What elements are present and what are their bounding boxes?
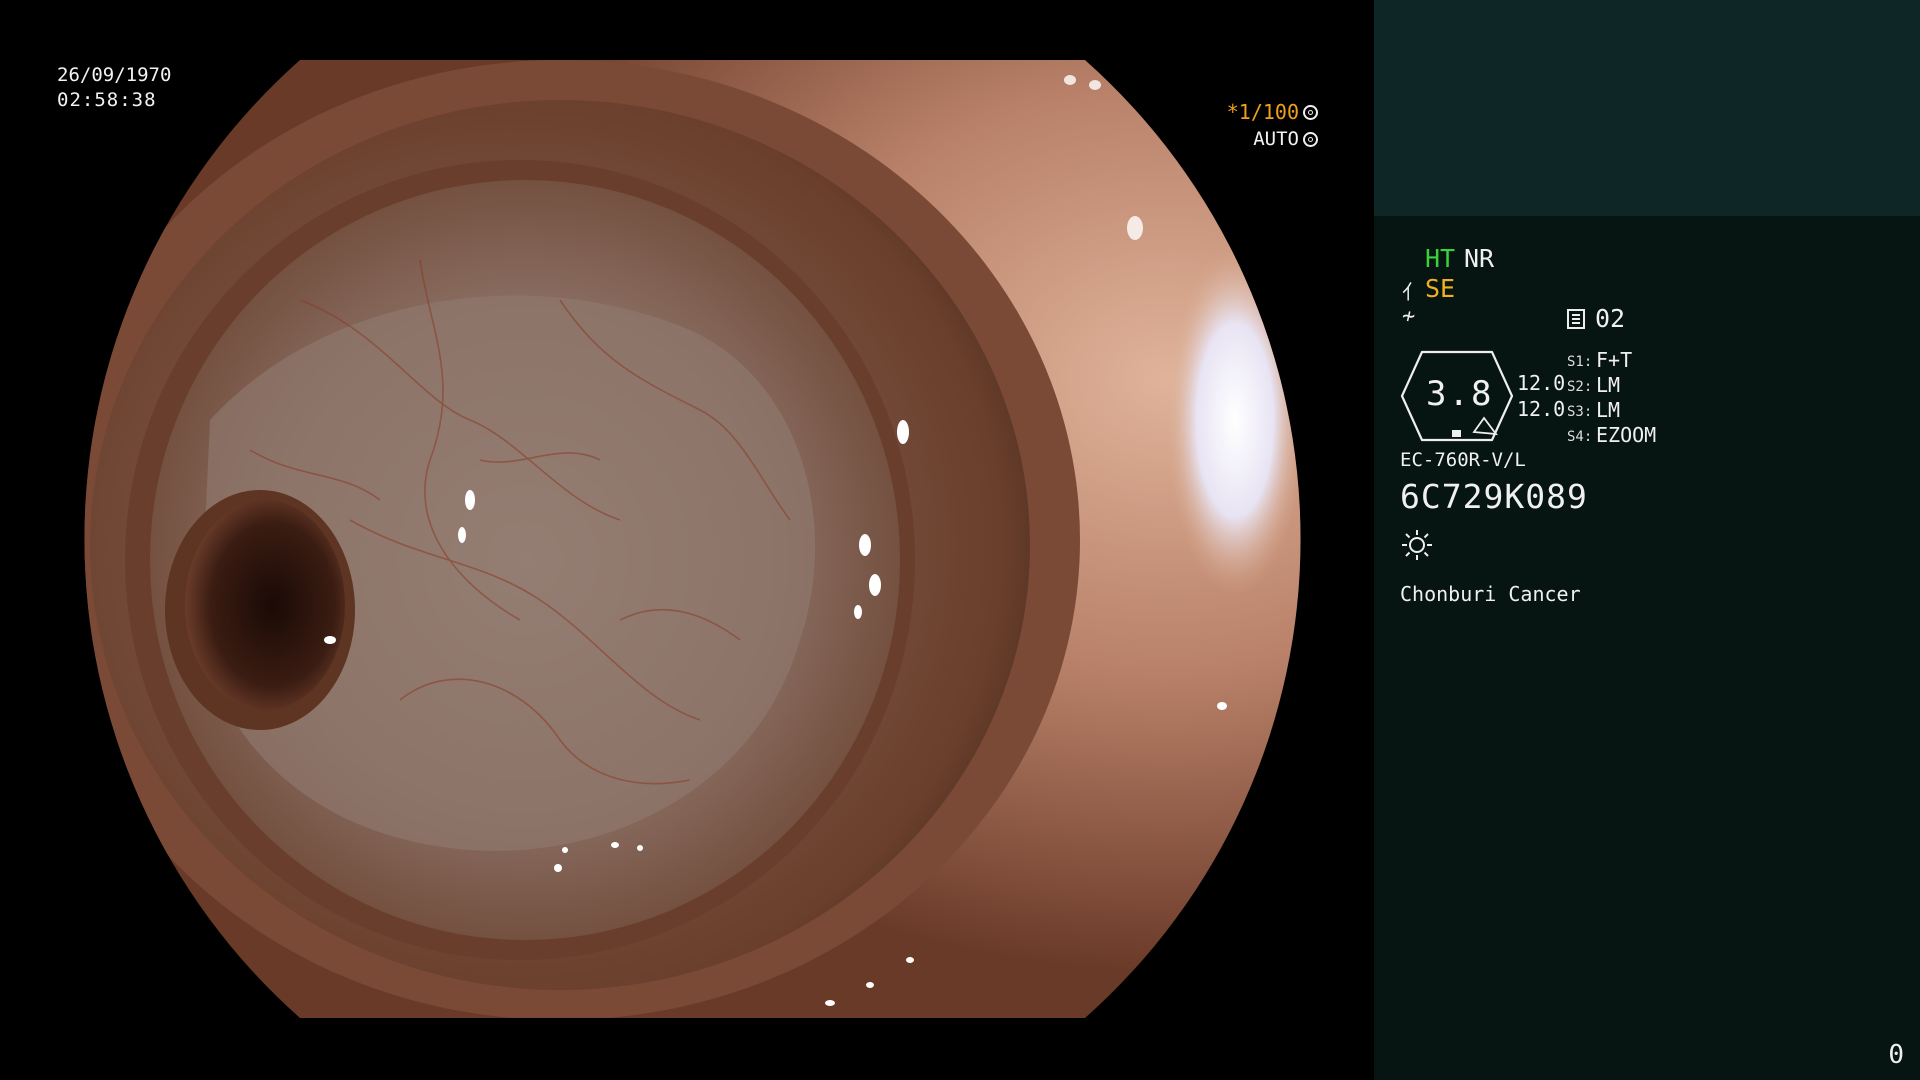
nr-indicator: NR [1464,244,1495,273]
switch-4-value: EZOOM [1596,423,1657,447]
se-indicator: SE [1425,274,1456,303]
panel-header-area [1374,0,1920,216]
scope-model: EC-760R-V/L [1400,449,1526,471]
shutter-speed-readout: *1/100 [1227,100,1318,124]
light-source-icon [1402,530,1432,560]
exam-date: 26/09/1970 [57,64,172,86]
switch-2-value: LM [1596,373,1621,397]
ht-indicator: HT [1425,244,1456,273]
structure-enhance-icon: ⺅ [1402,280,1422,304]
iris-mode-readout: AUTO [1253,128,1318,150]
endoscopy-monitor: 26/09/1970 02:58:38 *1/100 AUTO HT NR ⺅ … [0,0,1920,1080]
scope-serial-number: 6C729K089 [1400,477,1588,516]
endoscope-view: 26/09/1970 02:58:38 *1/100 AUTO [0,0,1374,1080]
memory-card-icon [1567,309,1585,329]
switch-1-value: F+T [1596,348,1633,372]
shutter-aperture-icon [1303,104,1318,120]
aux-value-1: 12.0 [1517,371,1566,395]
switch-1-label: S1: [1567,354,1593,370]
switch-2-label: S2: [1567,379,1593,395]
colon-lumen-image [84,60,1301,1018]
iris-mode-value: AUTO [1253,128,1299,150]
memory-count: 02 [1595,304,1626,333]
switch-3-value: LM [1596,398,1621,422]
shutter-speed-value: *1/100 [1226,100,1299,124]
processor-status-panel: HT NR ⺅ SE ≁ 02 3.8 12.0 12.0 S1: F+T S2… [1374,0,1920,1080]
switch-4-label: S4: [1567,429,1593,445]
aux-value-2: 12.0 [1517,397,1566,421]
switch-3-label: S3: [1567,404,1593,420]
institution-name: Chonburi Cancer [1400,582,1581,606]
exam-time: 02:58:38 [57,89,157,111]
frame-counter: 0 [1888,1040,1904,1070]
iris-ring-icon [1303,131,1318,147]
zoom-value: 3.8 [1426,374,1494,414]
gamma-curve-icon: ≁ [1402,304,1416,329]
